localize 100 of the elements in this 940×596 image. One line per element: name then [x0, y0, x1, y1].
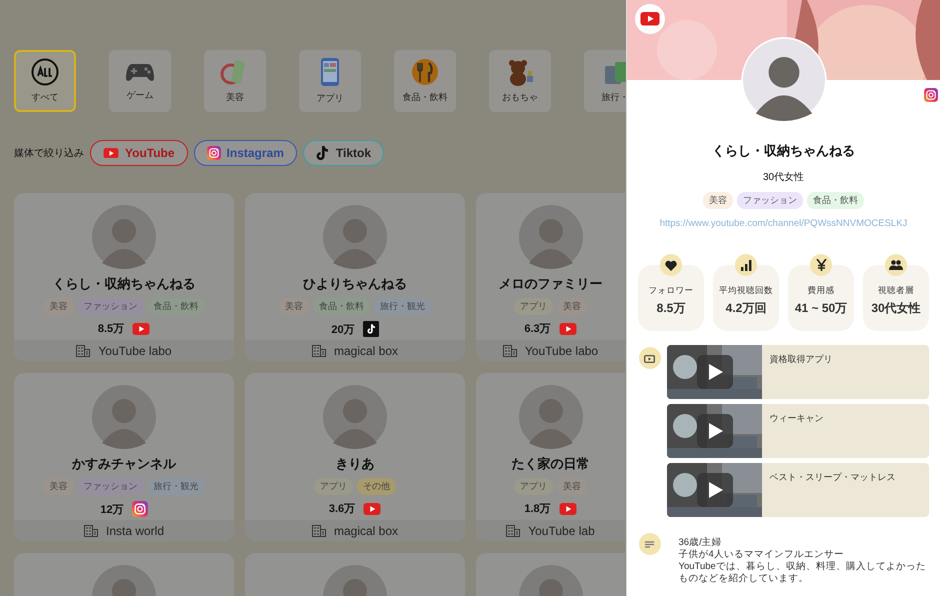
smartphone-icon — [319, 57, 341, 87]
filter-label: 媒体で絞り込み — [14, 146, 84, 160]
category-tag: 美容 — [557, 478, 587, 495]
stat-label: 費用感 — [808, 285, 834, 297]
filter-button[interactable]: Tiktok — [302, 140, 384, 166]
category-tile[interactable]: 美容 — [204, 50, 266, 112]
instagram-icon — [206, 146, 221, 160]
youtube-icon — [558, 502, 577, 514]
audience-label: 30代女性 — [762, 170, 804, 184]
category-tag: 美容 — [279, 298, 309, 315]
all-icon — [31, 58, 59, 86]
category-tag: その他 — [357, 478, 396, 495]
youtube-icon — [103, 148, 119, 158]
follower-count: 8.5万 — [98, 322, 124, 336]
agency-name: Insta world — [106, 524, 164, 538]
category-tile[interactable]: ゲーム — [109, 50, 171, 112]
category-tag: 食品・飲料 — [807, 192, 864, 209]
avatar — [323, 385, 387, 449]
category-tag: ファッション — [78, 478, 144, 495]
category-tile[interactable]: アプリ — [299, 50, 361, 112]
category-tag: 美容 — [44, 478, 74, 495]
video-icon — [644, 354, 655, 362]
description-line: 子供が4人いるママインフルエンサー — [678, 548, 845, 561]
stat-value: 4.2万回 — [726, 300, 766, 317]
category-tag: 食品・飲料 — [313, 298, 370, 315]
category-tile[interactable]: 食品・飲料 — [394, 50, 456, 112]
youtube-icon — [640, 12, 660, 26]
video-item[interactable]: ベスト・スリープ・マットレス — [666, 463, 928, 517]
tiktok-icon — [316, 145, 330, 161]
stat-label: 視聴者層 — [878, 285, 914, 297]
description-line: YouTubeでは、暮らし、収納、料理、購入してよかったものなどを紹介しています。 — [678, 560, 927, 584]
category-tile[interactable]: おもちゃ — [489, 50, 551, 112]
follower-count: 1.8万 — [524, 502, 551, 516]
channel-name: きりあ — [336, 455, 374, 473]
category-tag: 旅行・観光 — [148, 478, 204, 495]
category-tag: アプリ — [314, 478, 353, 495]
building-icon — [312, 344, 326, 356]
video-item[interactable]: 資格取得アプリ — [666, 345, 928, 399]
building-icon — [76, 344, 90, 356]
bar-chart-icon — [735, 254, 757, 276]
avatar — [92, 205, 156, 269]
youtube-icon — [363, 502, 382, 514]
follower-count: 20万 — [331, 322, 355, 336]
agency-name: magical box — [334, 344, 398, 358]
influencer-card[interactable]: たく家の日常 アプリ 美容 1.8万 YouTube lab — [476, 373, 625, 541]
category-tag: 食品・飲料 — [148, 298, 204, 315]
influencer-card[interactable]: メロのファミリー アプリ 美容 6.3万 YouTube labo — [476, 193, 625, 361]
avatar — [323, 205, 387, 269]
category-tag: ファッション — [737, 192, 803, 209]
influencer-card[interactable]: ひよりちゃんねる 美容 食品・飲料 旅行・観光 20万 magical box — [245, 193, 465, 361]
influencer-card[interactable]: かすみチャンネル 美容 ファッション 旅行・観光 12万 Insta world — [14, 373, 234, 541]
video-title: ベスト・スリープ・マットレス — [768, 471, 896, 484]
channel-name: かすみチャンネル — [72, 455, 176, 473]
channel-name: たく家の日常 — [512, 455, 590, 473]
agency-name: YouTube labo — [98, 344, 172, 358]
influencer-card[interactable]: くらし・収納ちゃんねる 美容 ファッション 食品・飲料 8.5万 YouTube labo — [14, 193, 234, 361]
category-tag: 旅行・観光 — [374, 298, 431, 315]
avatar — [92, 385, 156, 449]
follower-count: 3.6万 — [328, 502, 356, 516]
avatar — [518, 385, 582, 449]
stat-label: フォロワー — [648, 285, 694, 297]
building-icon — [506, 524, 520, 536]
stat-value: 41 ~ 50万 — [794, 300, 848, 317]
category-tag: アプリ — [514, 298, 553, 315]
agency-name: YouTube lab — [528, 524, 595, 538]
instagram-icon — [132, 501, 148, 517]
people-icon — [885, 254, 907, 276]
channel-name: くらし・収納ちゃんねる — [52, 275, 196, 293]
category-tag: 美容 — [44, 298, 74, 315]
yen-icon — [810, 254, 832, 276]
video-title: 資格取得アプリ — [768, 353, 834, 366]
agency-name: magical box — [334, 524, 398, 538]
stat-value: 8.5万 — [656, 300, 686, 317]
building-icon — [84, 524, 98, 536]
cutlery-icon — [411, 58, 439, 86]
category-tile[interactable]: すべて — [14, 50, 76, 112]
category-tag: 美容 — [557, 298, 587, 315]
instagram-icon[interactable] — [924, 88, 938, 102]
category-tile[interactable]: 旅行・ — [584, 50, 626, 112]
building-icon — [312, 524, 326, 536]
youtube-icon — [558, 322, 577, 334]
video-item[interactable]: ウィーキャン — [666, 404, 928, 458]
video-title: ウィーキャン — [768, 412, 824, 425]
follower-count: 6.3万 — [524, 322, 551, 336]
influencer-card[interactable]: きりあ アプリ その他 3.6万 magical box — [245, 373, 465, 541]
description-line: 36歳/主婦 — [678, 537, 723, 549]
youtube-icon — [132, 322, 150, 334]
tiktok-icon — [362, 321, 379, 337]
category-tag: アプリ — [514, 478, 553, 495]
agency-name: YouTube labo — [524, 344, 598, 358]
avatar — [518, 205, 582, 269]
channel-name: くらし・収納ちゃんねる — [712, 142, 855, 160]
notes-icon — [645, 540, 654, 548]
category-tag: ファッション — [78, 298, 144, 315]
stat-value: 30代女性 — [871, 300, 921, 317]
category-tag: 美容 — [703, 192, 733, 209]
building-icon — [502, 344, 517, 356]
channel-name: ひよりちゃんねる — [303, 275, 407, 293]
channel-name: メロのファミリー — [498, 275, 602, 293]
stat-label: 平均視聴回数 — [719, 285, 773, 297]
